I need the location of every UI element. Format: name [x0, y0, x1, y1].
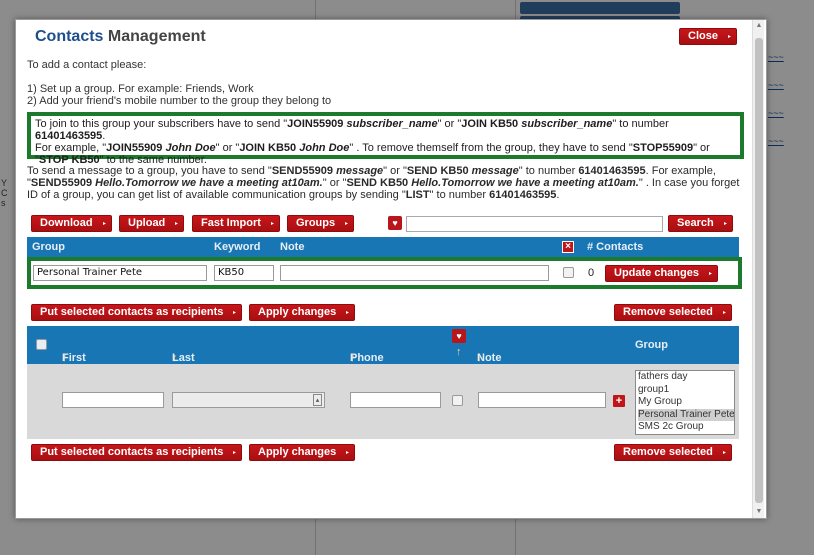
- put-selected-recipients-button-bottom[interactable]: Put selected contacts as recipients: [31, 444, 243, 461]
- heart-icon[interactable]: ♥: [452, 329, 466, 343]
- intro-text: To add a contact please:: [27, 59, 147, 71]
- send-message-info: To send a message to a group, you have t…: [27, 165, 740, 201]
- dialog-scrollbar[interactable]: ▲ ▼: [752, 20, 764, 518]
- phone-field[interactable]: [350, 392, 441, 408]
- title-accent: Contacts: [35, 28, 104, 45]
- group-option-selected[interactable]: Personal Trainer Pete: [638, 408, 734, 422]
- apply-changes-button[interactable]: Apply changes: [249, 304, 356, 321]
- fast-import-button[interactable]: Fast Import: [192, 215, 280, 232]
- group-name-field[interactable]: Personal Trainer Pete: [33, 265, 207, 281]
- remove-selected-button-bottom[interactable]: Remove selected: [614, 444, 732, 461]
- update-changes-button[interactable]: Update changes: [605, 265, 718, 282]
- group-select-list[interactable]: fathers day group1 My Group Personal Tra…: [635, 370, 735, 435]
- first-name-field[interactable]: [62, 392, 164, 408]
- step-2-text: 2) Add your friend's mobile number to th…: [27, 95, 332, 107]
- col-group: Group: [32, 241, 65, 253]
- col-keyword: Keyword: [214, 241, 261, 253]
- search-button[interactable]: Search: [668, 215, 733, 232]
- group-option[interactable]: My Group: [638, 396, 734, 409]
- search-input[interactable]: [406, 216, 663, 232]
- last-name-field[interactable]: ▴: [172, 392, 325, 408]
- remove-selected-button[interactable]: Remove selected: [614, 304, 732, 321]
- subscribe-info-box: To join to this group your subscribers h…: [27, 112, 744, 166]
- group-table-header: Group Keyword Note × # Contacts: [27, 237, 739, 257]
- contacts-count: 0: [588, 267, 595, 279]
- title-rest: Management: [107, 28, 206, 45]
- sort-arrow-icon: ↑: [172, 352, 178, 364]
- upload-button[interactable]: Upload: [119, 215, 185, 232]
- col-note: Note: [280, 241, 305, 253]
- delete-icon[interactable]: ×: [562, 241, 574, 253]
- download-button[interactable]: Download: [31, 215, 112, 232]
- col-group: Group: [635, 339, 668, 351]
- contacts-management-dialog: Contacts Management Close ▲ ▼ To add a c…: [15, 19, 767, 519]
- note-field[interactable]: [478, 392, 606, 408]
- group-option[interactable]: group1: [638, 384, 734, 397]
- keyword-field[interactable]: KB50: [214, 265, 274, 281]
- new-contact-row: ▴ +: [27, 364, 739, 439]
- group-option[interactable]: SMS 2c Group: [638, 421, 734, 434]
- step-1-text: 1) Set up a group. For example: Friends,…: [27, 83, 254, 95]
- sort-arrow-icon: ↑: [62, 352, 68, 364]
- scroll-up-icon[interactable]: ▲: [754, 22, 764, 29]
- groups-button[interactable]: Groups: [287, 215, 355, 232]
- spinner-icon[interactable]: ▴: [313, 394, 322, 406]
- heart-icon[interactable]: ♥: [388, 216, 402, 230]
- close-button[interactable]: Close: [679, 28, 737, 45]
- add-contact-icon[interactable]: +: [613, 395, 625, 407]
- col-contacts: # Contacts: [587, 241, 644, 253]
- sort-arrow-icon: ↑: [350, 352, 356, 364]
- sort-arrow-icon[interactable]: ↑: [456, 346, 462, 358]
- scrollbar-thumb[interactable]: [755, 38, 763, 503]
- note-field[interactable]: [280, 265, 549, 281]
- dialog-title: Contacts Management: [35, 28, 206, 46]
- group-row: Personal Trainer Pete KB50 0 Update chan…: [27, 257, 742, 289]
- put-selected-recipients-button[interactable]: Put selected contacts as recipients: [31, 304, 243, 321]
- apply-changes-button-bottom[interactable]: Apply changes: [249, 444, 356, 461]
- favorite-checkbox[interactable]: [452, 395, 463, 406]
- select-all-checkbox[interactable]: [36, 339, 47, 350]
- sort-arrow-icon: ↑: [477, 352, 483, 364]
- contacts-table-header: First Name ↑ Last Name ↑ Phone ↑ ♥ ↑ Not…: [27, 326, 739, 376]
- group-select-checkbox[interactable]: [563, 267, 574, 278]
- group-option[interactable]: fathers day: [638, 371, 734, 384]
- scroll-down-icon[interactable]: ▼: [754, 508, 764, 515]
